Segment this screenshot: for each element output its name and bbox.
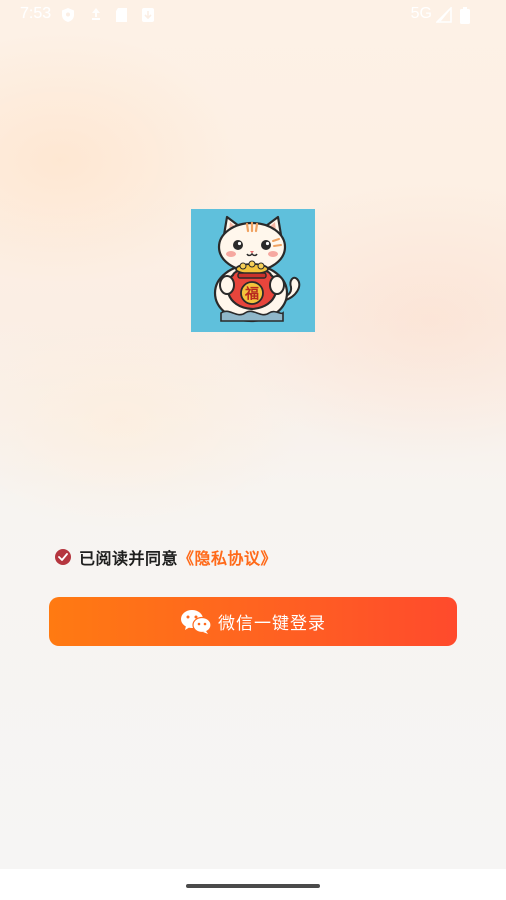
- lucky-cat-icon: 福: [191, 209, 315, 332]
- sim-card-icon: [116, 8, 127, 22]
- status-time: 7:53: [20, 5, 52, 22]
- signal-icon: [436, 7, 452, 23]
- battery-icon: [460, 7, 470, 24]
- shield-icon: [62, 8, 74, 22]
- wechat-login-button[interactable]: 微信一键登录: [49, 597, 457, 646]
- network-type: 5G: [410, 5, 432, 22]
- download-icon: [142, 8, 154, 22]
- privacy-policy-link[interactable]: 《隐私协议》: [178, 545, 277, 569]
- agreement-text: 已阅读并同意: [79, 549, 179, 568]
- home-indicator[interactable]: [186, 884, 320, 888]
- app-logo: 福: [191, 209, 315, 332]
- fu-character: 福: [244, 286, 259, 303]
- login-button-label: 微信一键登录: [218, 614, 326, 634]
- data-saver-icon: [92, 8, 100, 20]
- privacy-agreement: 已阅读并同意 《隐私协议》: [55, 545, 277, 569]
- wechat-icon: [181, 609, 212, 634]
- navigation-bar: [0, 869, 506, 900]
- background-glow: [0, 0, 506, 900]
- status-bar: 7:53 5G: [0, 0, 506, 30]
- checkmark-icon[interactable]: [55, 549, 71, 565]
